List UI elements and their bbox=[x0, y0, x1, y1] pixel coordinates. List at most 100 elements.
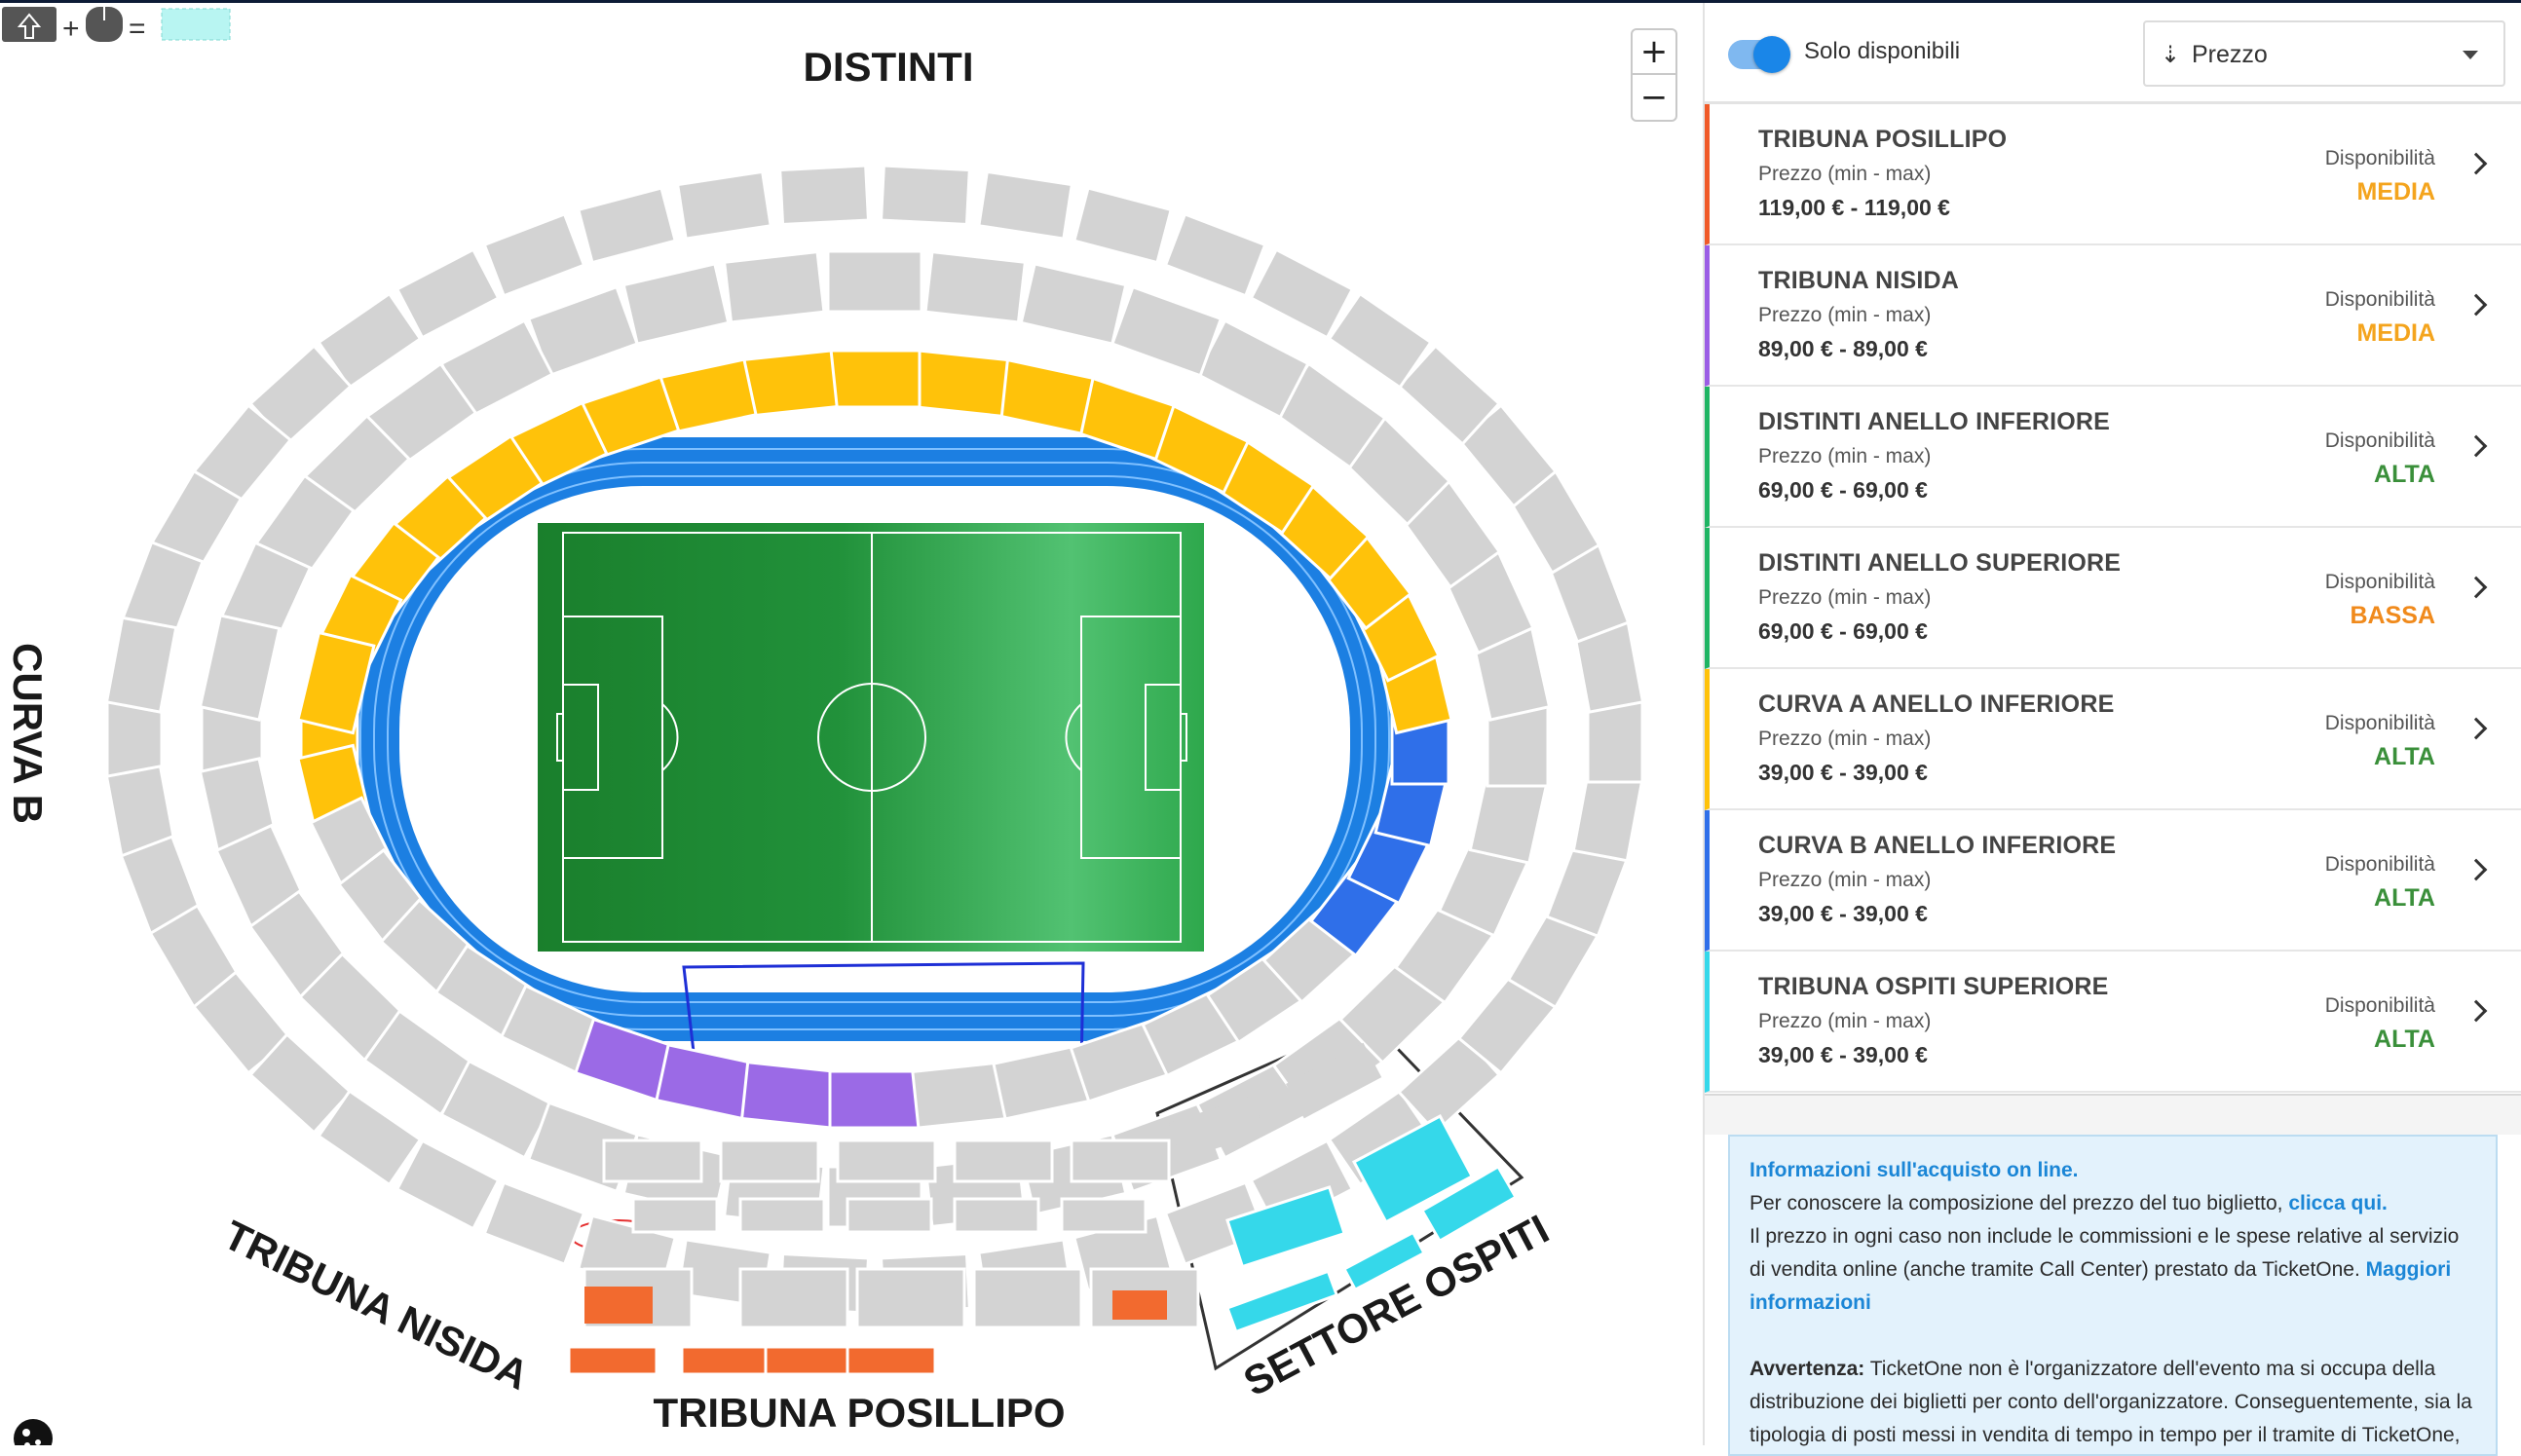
sector-name: DISTINTI ANELLO INFERIORE bbox=[1758, 408, 2111, 435]
sector-item[interactable]: CURVA B ANELLO INFERIORE Prezzo (min - m… bbox=[1705, 810, 2521, 952]
seat-section[interactable] bbox=[1163, 212, 1267, 298]
price-label: Prezzo (min - max) bbox=[1758, 869, 1932, 891]
price-range: 69,00 € - 69,00 € bbox=[1758, 477, 1928, 503]
sort-select[interactable]: ⇣ Prezzo bbox=[2143, 20, 2505, 87]
availability-value: ALTA bbox=[2374, 461, 2435, 488]
label-distinti: DISTINTI bbox=[804, 44, 974, 90]
seat-section[interactable] bbox=[953, 1197, 1040, 1234]
info-fees-line: Il prezzo in ogni caso non include le co… bbox=[1750, 1220, 2476, 1320]
seat-section[interactable] bbox=[675, 169, 772, 241]
clicca-qui-link[interactable]: clicca qui. bbox=[2288, 1192, 2388, 1214]
sector-item[interactable]: DISTINTI ANELLO SUPERIORE Prezzo (min - … bbox=[1705, 528, 2521, 669]
seat-section[interactable] bbox=[198, 614, 282, 722]
availability-label: Disponibilità bbox=[2324, 429, 2435, 452]
seat-section[interactable] bbox=[911, 349, 1010, 418]
seat-section[interactable] bbox=[104, 616, 178, 714]
solo-disponibili-toggle[interactable] bbox=[1728, 36, 1790, 73]
seat-section[interactable] bbox=[953, 1139, 1054, 1183]
availability-label: Disponibilità bbox=[2324, 712, 2435, 734]
availability-label: Disponibilità bbox=[2324, 994, 2435, 1017]
sector-item[interactable]: TRIBUNA NISIDA Prezzo (min - max) 89,00 … bbox=[1705, 245, 2521, 387]
seat-section[interactable] bbox=[855, 1267, 966, 1329]
seat-section[interactable] bbox=[826, 249, 923, 314]
seat-section[interactable] bbox=[680, 1345, 771, 1376]
seat-section[interactable] bbox=[972, 1267, 1083, 1329]
seat-section[interactable] bbox=[621, 262, 731, 346]
availability-value: MEDIA bbox=[2356, 178, 2435, 205]
seat-section[interactable] bbox=[923, 249, 1028, 324]
seat-section[interactable] bbox=[1070, 1139, 1171, 1183]
seat-section[interactable] bbox=[846, 1345, 937, 1376]
seat-section[interactable] bbox=[482, 1180, 586, 1266]
seat-section[interactable] bbox=[1112, 1290, 1167, 1320]
seat-section[interactable] bbox=[395, 247, 501, 340]
zoom-control: + − bbox=[1631, 28, 1677, 122]
sector-name: CURVA A ANELLO INFERIORE bbox=[1758, 691, 2115, 718]
cookie-icon[interactable] bbox=[14, 1419, 53, 1445]
seat-section[interactable] bbox=[846, 1197, 933, 1234]
svg-text:=: = bbox=[129, 13, 146, 42]
stadium-svg[interactable]: DISTINTI CURVA B TRIBUNA NISIDA TRIBUNA … bbox=[0, 3, 1703, 1445]
seat-section[interactable] bbox=[1060, 1197, 1148, 1234]
seat-section[interactable] bbox=[778, 164, 871, 227]
price-range: 39,00 € - 39,00 € bbox=[1758, 760, 1928, 785]
seat-section[interactable] bbox=[577, 186, 677, 265]
seat-section[interactable] bbox=[764, 1345, 855, 1376]
seat-section[interactable] bbox=[655, 1043, 758, 1121]
seat-section[interactable] bbox=[828, 1069, 922, 1130]
sector-name: TRIBUNA NISIDA bbox=[1758, 267, 1960, 294]
shift-key-icon bbox=[2, 7, 56, 42]
seat-section[interactable] bbox=[719, 1139, 820, 1183]
seat-section[interactable] bbox=[836, 1139, 937, 1183]
seat-section[interactable] bbox=[567, 1345, 658, 1376]
mouse-icon bbox=[86, 7, 123, 42]
price-label: Prezzo (min - max) bbox=[1758, 304, 1932, 326]
seat-section[interactable] bbox=[739, 1061, 839, 1130]
seat-section[interactable] bbox=[739, 349, 839, 418]
seat-section[interactable] bbox=[911, 1061, 1010, 1130]
seat-section[interactable] bbox=[482, 212, 586, 298]
seat-section[interactable] bbox=[828, 349, 922, 409]
seat-section[interactable] bbox=[1019, 262, 1128, 346]
football-pitch bbox=[538, 523, 1204, 952]
seat-section[interactable] bbox=[722, 249, 826, 324]
info-line2: Il prezzo in ogni caso non include le co… bbox=[1750, 1225, 2460, 1281]
availability-label: Disponibilità bbox=[2324, 288, 2435, 311]
sector-item[interactable]: CURVA A ANELLO INFERIORE Prezzo (min - m… bbox=[1705, 669, 2521, 810]
sector-panel: Solo disponibili ⇣ Prezzo TRIBUNA POSILL… bbox=[1705, 3, 2521, 1456]
info-warning: Avvertenza: TicketOne non è l'organizzat… bbox=[1750, 1353, 2476, 1452]
price-label: Prezzo (min - max) bbox=[1758, 445, 1932, 467]
seat-section[interactable] bbox=[879, 164, 971, 227]
seat-section[interactable] bbox=[1249, 247, 1355, 340]
seat-section[interactable] bbox=[602, 1139, 703, 1183]
zoom-out-button[interactable]: − bbox=[1633, 75, 1675, 120]
chevron-right-icon bbox=[2465, 717, 2488, 740]
seat-section[interactable] bbox=[1110, 284, 1223, 378]
seat-section[interactable] bbox=[395, 1139, 501, 1231]
chevron-right-icon bbox=[2465, 152, 2488, 175]
seat-section[interactable] bbox=[738, 1197, 826, 1234]
info-title: Informazioni sull'acquisto on line. bbox=[1750, 1159, 2079, 1181]
sector-item[interactable]: TRIBUNA POSILLIPO Prezzo (min - max) 119… bbox=[1705, 104, 2521, 245]
chevron-right-icon bbox=[2465, 293, 2488, 317]
availability-label: Disponibilità bbox=[2324, 147, 2435, 169]
price-range: 69,00 € - 69,00 € bbox=[1758, 618, 1928, 644]
seat-section[interactable] bbox=[631, 1197, 719, 1234]
zoom-in-button[interactable]: + bbox=[1633, 30, 1675, 75]
panel-separator bbox=[1705, 1094, 2521, 1135]
sector-name: TRIBUNA POSILLIPO bbox=[1758, 126, 2008, 153]
chevron-right-icon bbox=[2465, 858, 2488, 881]
info-box: Informazioni sull'acquisto on line. Per … bbox=[1728, 1135, 2498, 1456]
availability-value: ALTA bbox=[2374, 884, 2435, 912]
stadium-map[interactable]: DISTINTI CURVA B TRIBUNA NISIDA TRIBUNA … bbox=[0, 3, 1703, 1445]
seat-section[interactable] bbox=[1072, 186, 1173, 265]
seat-section[interactable] bbox=[992, 357, 1095, 435]
seat-section[interactable] bbox=[738, 1267, 849, 1329]
seat-section[interactable] bbox=[977, 169, 1074, 241]
sector-item[interactable]: TRIBUNA OSPITI SUPERIORE Prezzo (min - m… bbox=[1705, 952, 2521, 1093]
selection-area-icon bbox=[161, 8, 231, 41]
seat-section[interactable] bbox=[584, 1287, 653, 1324]
sector-item[interactable]: DISTINTI ANELLO INFERIORE Prezzo (min - … bbox=[1705, 387, 2521, 528]
info-line1: Per conoscere la composizione del prezzo… bbox=[1750, 1192, 2283, 1214]
toggle-label: Solo disponibili bbox=[1804, 38, 1961, 64]
